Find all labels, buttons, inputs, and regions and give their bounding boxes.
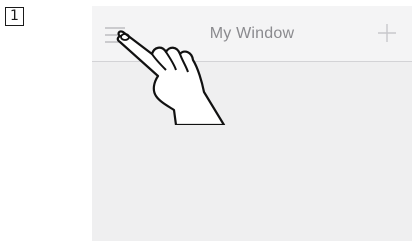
add-button[interactable] xyxy=(376,22,398,44)
plus-icon xyxy=(378,24,396,42)
window-content-area xyxy=(92,62,412,241)
navigation-bar: My Window xyxy=(92,6,412,62)
window-title: My Window xyxy=(209,25,295,42)
step-number-badge: 1 xyxy=(5,7,24,26)
app-window: My Window xyxy=(92,6,412,241)
